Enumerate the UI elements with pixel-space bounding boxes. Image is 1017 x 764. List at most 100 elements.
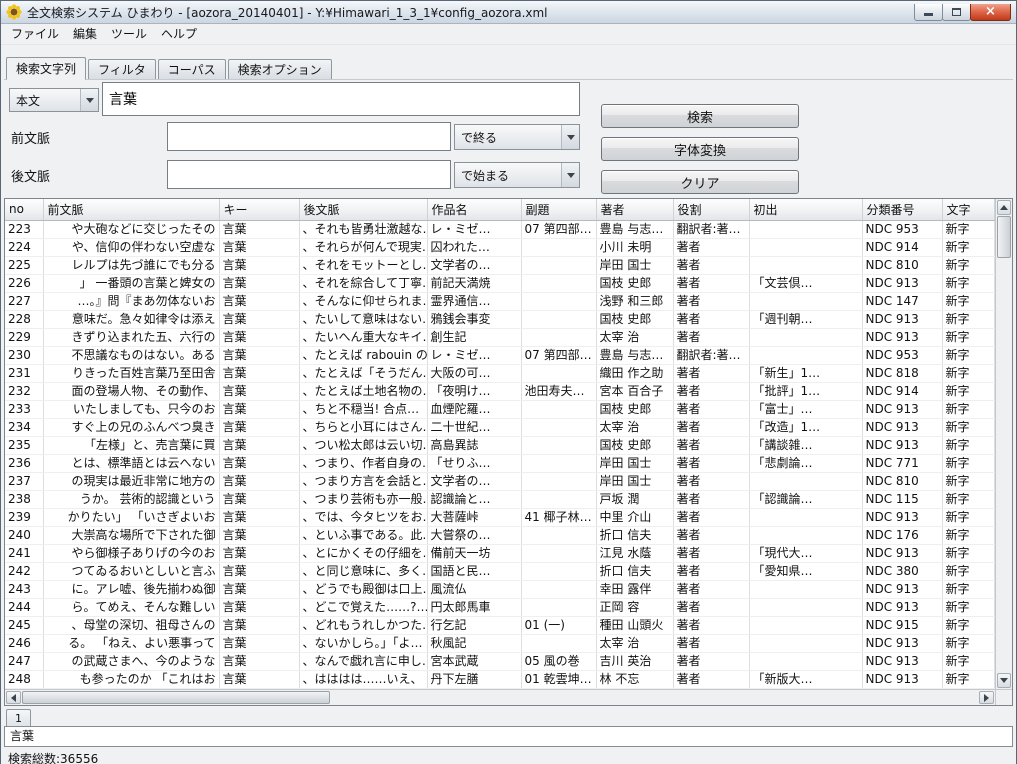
- minimize-button[interactable]: [914, 4, 943, 21]
- column-header-no[interactable]: no: [5, 199, 43, 220]
- table-row[interactable]: 243に。アレ嘘、後先揃わぬ御言葉、どうでも殿御は口上…風流仏幸田 露伴著者ND…: [5, 580, 995, 598]
- cell-key: 言葉: [219, 238, 299, 256]
- table-row[interactable]: 246る。 「ねえ、よい悪事って言葉、ないかしら。」「よ…秋風記太宰 治著者ND…: [5, 634, 995, 652]
- cell-charset: 新字: [942, 598, 995, 616]
- cell-subtitle: [521, 562, 596, 580]
- cell-key: 言葉: [219, 346, 299, 364]
- cell-pre-context: の武蔵さまへ、今のような: [43, 652, 219, 670]
- table-row[interactable]: 233いたしましても、只今のお言葉、ちと不穏当! 合点…血煙陀羅…国枝 史郎著者…: [5, 400, 995, 418]
- vertical-scrollbar[interactable]: [995, 199, 1012, 689]
- close-button[interactable]: ×: [970, 4, 1011, 21]
- cell-ndc-number: NDC 915: [862, 616, 942, 634]
- table-row[interactable]: 234すぐ上の兄のふんべつ臭き言葉、ちらと小耳にはさん…二十世紀…太宰 治著者「…: [5, 418, 995, 436]
- table-row[interactable]: 244ら。てめえ、そんな難しい言葉、どこで覚えた……?…円太郎馬車正岡 容著者N…: [5, 598, 995, 616]
- cell-subtitle: [521, 454, 596, 472]
- table-row[interactable]: 232面の登場人物、その動作、言葉、たとえば土地名物の…「夜明け…池田寿夫…宮本…: [5, 382, 995, 400]
- pre-context-condition-select[interactable]: で終る: [454, 124, 580, 150]
- title-bar[interactable]: 全文検索システム ひまわり - [aozora_20140401] - Y:¥H…: [1, 1, 1016, 24]
- scroll-down-button[interactable]: [997, 673, 1011, 688]
- pre-context-input[interactable]: [167, 122, 451, 151]
- tab-search-string[interactable]: 検索文字列: [6, 57, 86, 80]
- search-target-select[interactable]: 本文: [9, 88, 99, 112]
- cell-charset: 新字: [942, 616, 995, 634]
- tab-search-options[interactable]: 検索オプション: [228, 59, 332, 79]
- horizontal-scrollbar-thumb[interactable]: [22, 691, 330, 704]
- cell-pre-context: とは、標準語とは云へない: [43, 454, 219, 472]
- cell-author: 国枝 史郎: [596, 310, 673, 328]
- cell-ndc-number: NDC 818: [862, 364, 942, 382]
- table-row[interactable]: 237の現実は最近非常に地方の言葉、つまり方言を会話と…文学者の…岸田 国士著者…: [5, 472, 995, 490]
- table-row[interactable]: 245、母堂の深切、祖母さんの言葉、どれもうれしかつた…行乞記01 (一)種田 …: [5, 616, 995, 634]
- column-header-charset[interactable]: 文字: [942, 199, 995, 220]
- cell-pre-context: レルプは先づ誰にでも分る: [43, 256, 219, 274]
- menu-tools[interactable]: ツール: [104, 24, 154, 45]
- column-header-title[interactable]: 作品名: [427, 199, 521, 220]
- cell-role: 著者: [673, 238, 749, 256]
- tab-corpus[interactable]: コーパス: [158, 59, 226, 79]
- table-row[interactable]: 227…。』問『まあ勿体ないお言葉、そんなに仰せられま…霊界通信…浅野 和三郎著…: [5, 292, 995, 310]
- post-context-condition-select[interactable]: で始まる: [454, 162, 580, 188]
- cell-subtitle: 41 椰子林…: [521, 508, 596, 526]
- table-row[interactable]: 247の武蔵さまへ、今のような言葉、なんで戯れ言に申し…宮本武蔵05 風の巻吉川…: [5, 652, 995, 670]
- scroll-right-button[interactable]: [979, 691, 994, 704]
- column-header-post-context[interactable]: 後文脈: [299, 199, 427, 220]
- column-header-key[interactable]: キー: [219, 199, 299, 220]
- table-row[interactable]: 241やら御様子ありげの今のお言葉、とにかくその仔細を…備前天一坊江見 水蔭著者…: [5, 544, 995, 562]
- post-context-label: 後文脈: [11, 166, 50, 185]
- cell-charset: 新字: [942, 580, 995, 598]
- search-query-input[interactable]: [102, 82, 580, 116]
- column-header-author[interactable]: 著者: [596, 199, 673, 220]
- column-header-pre-context[interactable]: 前文脈: [43, 199, 219, 220]
- menu-bar: ファイル 編集 ツール ヘルプ: [1, 24, 1016, 45]
- table-row[interactable]: 229きずり込まれた五、六行の言葉、たいへん重大なキイ…創生記太宰 治著者NDC…: [5, 328, 995, 346]
- cell-pre-context: いたしましても、只今のお: [43, 400, 219, 418]
- scroll-up-button[interactable]: [997, 200, 1011, 215]
- table-row[interactable]: 224や、信仰の伴わない空虚な言葉、それらが何んで現実…囚われた…小川 未明著者…: [5, 238, 995, 256]
- cell-role: 著者: [673, 256, 749, 274]
- detail-tab-1[interactable]: 1: [6, 709, 31, 726]
- search-button[interactable]: 検索: [601, 104, 799, 128]
- table-row[interactable]: 236とは、標準語とは云へない言葉、つまり、作者自身の…「せりふ…岸田 国士著者…: [5, 454, 995, 472]
- cell-title: 国語と民…: [427, 562, 521, 580]
- column-header-ndc-number[interactable]: 分類番号: [862, 199, 942, 220]
- menu-edit[interactable]: 編集: [66, 24, 104, 45]
- cell-author: 宮本 百合子: [596, 382, 673, 400]
- column-header-role[interactable]: 役割: [673, 199, 749, 220]
- scroll-left-button[interactable]: [6, 691, 21, 704]
- horizontal-scrollbar[interactable]: [5, 689, 995, 705]
- table-row[interactable]: 231りきった百姓言葉乃至田舎言葉、たとえば「そうだん…大阪の可…織田 作之助著…: [5, 364, 995, 382]
- post-context-input[interactable]: [167, 160, 451, 189]
- table-row[interactable]: 235「左様」と、売言葉に買言葉、つい松太郎は云い切…高島異誌国枝 史郎著者「講…: [5, 436, 995, 454]
- menu-file[interactable]: ファイル: [4, 24, 66, 45]
- menu-help[interactable]: ヘルプ: [154, 24, 204, 45]
- cell-key: 言葉: [219, 454, 299, 472]
- table-row[interactable]: 239かりたい」 「いさぎよいお言葉、では、今タヒツをお…大菩薩峠41 椰子林……: [5, 508, 995, 526]
- glyph-convert-button[interactable]: 字体変換: [601, 137, 799, 161]
- cell-role: 著者: [673, 616, 749, 634]
- tab-filter[interactable]: フィルタ: [88, 59, 156, 79]
- table-row[interactable]: 242つてゐるおいとしいと言ふ言葉、と同じ意味に、多く…国語と民…折口 信夫著者…: [5, 562, 995, 580]
- table-row[interactable]: 238うか。 芸術的認識という言葉、つまり芸術も亦一般…認識論と…戸坂 潤著者「…: [5, 490, 995, 508]
- chevron-down-icon: [80, 89, 98, 111]
- table-row[interactable]: 248も参ったのか 「これはお言葉、はははは……いえ、丹下左膳01 乾雲坤…林 …: [5, 670, 995, 688]
- table-row[interactable]: 240大崇高な場所で下された御言葉、といふ事である。此…大嘗祭の…折口 信夫著者…: [5, 526, 995, 544]
- cell-first-publication: [749, 292, 862, 310]
- clear-button[interactable]: クリア: [601, 170, 799, 194]
- table-row[interactable]: 225レルプは先づ誰にでも分る言葉、それをモットーとし…文学者の…岸田 国士著者…: [5, 256, 995, 274]
- column-header-first-publication[interactable]: 初出: [749, 199, 862, 220]
- results-table: no前文脈キー後文脈作品名副題著者役割初出分類番号文字 223や大砲などに交じっ…: [4, 198, 1013, 706]
- column-header-subtitle[interactable]: 副題: [521, 199, 596, 220]
- table-row[interactable]: 230不思議なものはない。ある言葉、たとえば rabouin の…レ・ミゼ…07…: [5, 346, 995, 364]
- vertical-scrollbar-thumb[interactable]: [997, 216, 1011, 258]
- cell-title: 鴉銭会事変: [427, 310, 521, 328]
- cell-ndc-number: NDC 913: [862, 436, 942, 454]
- cell-subtitle: [521, 364, 596, 382]
- detail-text-field[interactable]: 言葉: [4, 726, 1013, 747]
- table-row[interactable]: 226」 一番頭の言葉と婢女の言葉、それを綜合して丁寧…前記天満焼国枝 史郎著者…: [5, 274, 995, 292]
- cell-key: 言葉: [219, 562, 299, 580]
- maximize-button[interactable]: [942, 4, 971, 21]
- table-row[interactable]: 223や大砲などに交じったその言葉、それも皆勇壮激越な…レ・ミゼ…07 第四部……: [5, 220, 995, 238]
- cell-role: 著者: [673, 508, 749, 526]
- table-row[interactable]: 228意味だ。急々如律令は添え言葉、たいして意味はない…鴉銭会事変国枝 史郎著者…: [5, 310, 995, 328]
- cell-key: 言葉: [219, 364, 299, 382]
